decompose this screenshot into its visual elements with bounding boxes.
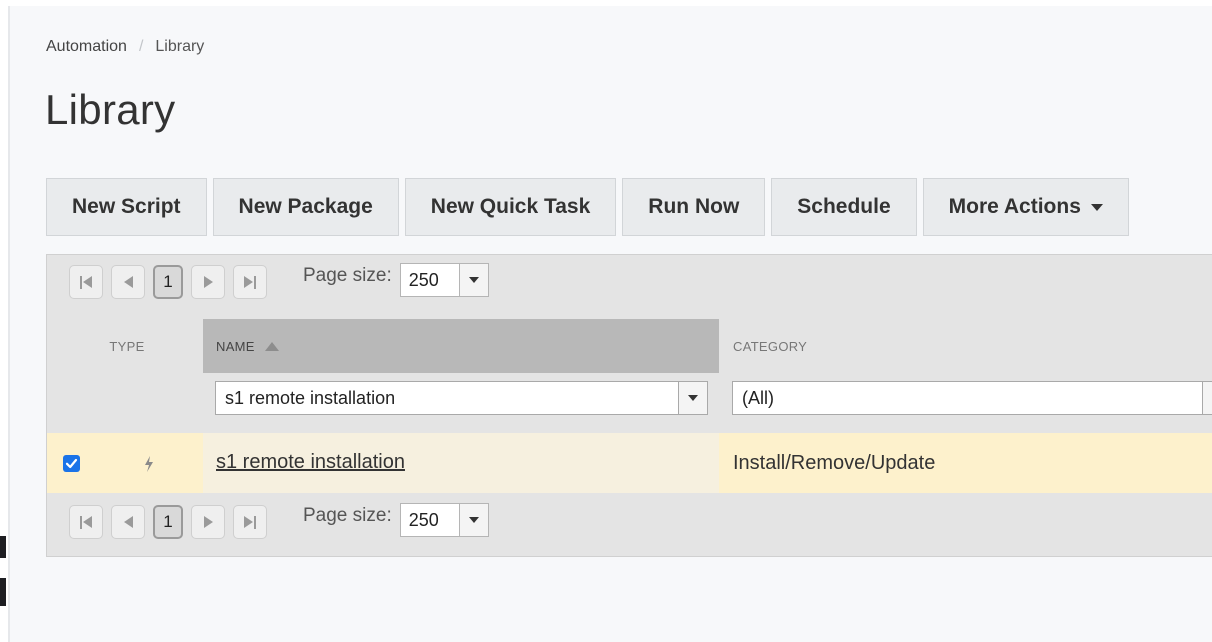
row-select-cell (47, 433, 203, 493)
run-now-label: Run Now (648, 195, 740, 218)
new-quick-task-button[interactable]: New Quick Task (404, 178, 617, 236)
next-page-icon (203, 276, 213, 288)
row-checkbox[interactable] (63, 455, 80, 472)
new-quick-task-label: New Quick Task (430, 195, 591, 218)
page-size-value: 250 (408, 269, 439, 290)
new-script-label: New Script (72, 195, 181, 218)
last-page-icon (244, 275, 256, 289)
current-page-number: 1 (163, 512, 173, 531)
chevron-down-icon (468, 277, 479, 283)
current-page-button[interactable]: 1 (153, 265, 183, 299)
run-now-button[interactable]: Run Now (622, 178, 766, 236)
caret-down-icon (1090, 203, 1103, 211)
page-size-select[interactable]: 250 (399, 263, 489, 297)
chevron-down-icon (468, 517, 479, 523)
next-page-button[interactable] (191, 505, 225, 539)
page-size-dropdown-button[interactable] (458, 264, 488, 296)
library-page: Automation / Library Library New Script … (8, 6, 1212, 642)
column-header-category[interactable]: CATEGORY (719, 319, 1212, 373)
category-filter-select[interactable]: (All) (732, 381, 1212, 415)
category-filter-dropdown-button[interactable] (1202, 382, 1212, 414)
first-page-icon (80, 275, 92, 289)
filter-row: s1 remote installation (All) (47, 373, 1212, 433)
sort-ascending-icon (264, 341, 279, 351)
last-page-icon (244, 515, 256, 529)
column-header-name-label: NAME (216, 338, 255, 354)
prev-page-icon (123, 276, 133, 288)
column-header-category-label: CATEGORY (733, 338, 808, 354)
category-filter-value: (All) (742, 387, 774, 408)
new-script-button[interactable]: New Script (46, 178, 207, 236)
page-size-label: Page size: (303, 265, 392, 286)
row-category: Install/Remove/Update (733, 452, 936, 474)
new-package-label: New Package (238, 195, 373, 218)
action-toolbar: New Script New Package New Quick Task Ru… (46, 178, 1129, 236)
top-pager: 1 Page size: 250 (69, 263, 489, 299)
first-page-button[interactable] (69, 265, 103, 299)
first-page-button[interactable] (69, 505, 103, 539)
name-filter-select[interactable]: s1 remote installation (215, 381, 708, 415)
column-header-type-label: TYPE (109, 338, 145, 354)
last-page-button[interactable] (233, 265, 267, 299)
page-title: Library (45, 86, 176, 133)
name-filter-dropdown-button[interactable] (678, 382, 707, 414)
row-name-link[interactable]: s1 remote installation (216, 451, 405, 474)
library-grid: 1 Page size: 250 TYPE NAME CATEGORY s1 r… (46, 254, 1212, 557)
prev-page-button[interactable] (111, 265, 145, 299)
column-header-name[interactable]: NAME (203, 319, 719, 373)
schedule-label: Schedule (797, 195, 891, 218)
checkmark-icon (65, 458, 78, 469)
column-header-type[interactable]: TYPE (47, 319, 203, 373)
prev-page-button[interactable] (111, 505, 145, 539)
more-actions-button[interactable]: More Actions (922, 178, 1129, 236)
current-page-number: 1 (163, 272, 173, 291)
window-edge-marker (0, 536, 6, 558)
breadcrumb-current: Library (155, 38, 205, 55)
page-size-value: 250 (408, 509, 439, 530)
row-name-cell: s1 remote installation (203, 433, 719, 493)
breadcrumb-separator: / (138, 38, 144, 55)
schedule-button[interactable]: Schedule (771, 178, 917, 236)
breadcrumb-automation-link[interactable]: Automation (46, 38, 127, 56)
next-page-icon (203, 516, 213, 528)
breadcrumb: Automation / Library (46, 38, 204, 56)
next-page-button[interactable] (191, 265, 225, 299)
lightning-bolt-icon (145, 456, 153, 472)
new-package-button[interactable]: New Package (212, 178, 399, 236)
window-edge-marker (0, 578, 6, 606)
page-size-label: Page size: (303, 505, 392, 526)
page-size-dropdown-button[interactable] (458, 504, 488, 536)
current-page-button[interactable]: 1 (153, 505, 183, 539)
prev-page-icon (123, 516, 133, 528)
first-page-icon (80, 515, 92, 529)
table-row[interactable]: s1 remote installation Install/Remove/Up… (47, 433, 1212, 493)
page-size-select[interactable]: 250 (399, 503, 489, 537)
chevron-down-icon (688, 395, 698, 401)
name-filter-value: s1 remote installation (225, 387, 396, 408)
more-actions-label: More Actions (948, 195, 1081, 218)
last-page-button[interactable] (233, 505, 267, 539)
bottom-pager: 1 Page size: 250 (69, 503, 489, 539)
